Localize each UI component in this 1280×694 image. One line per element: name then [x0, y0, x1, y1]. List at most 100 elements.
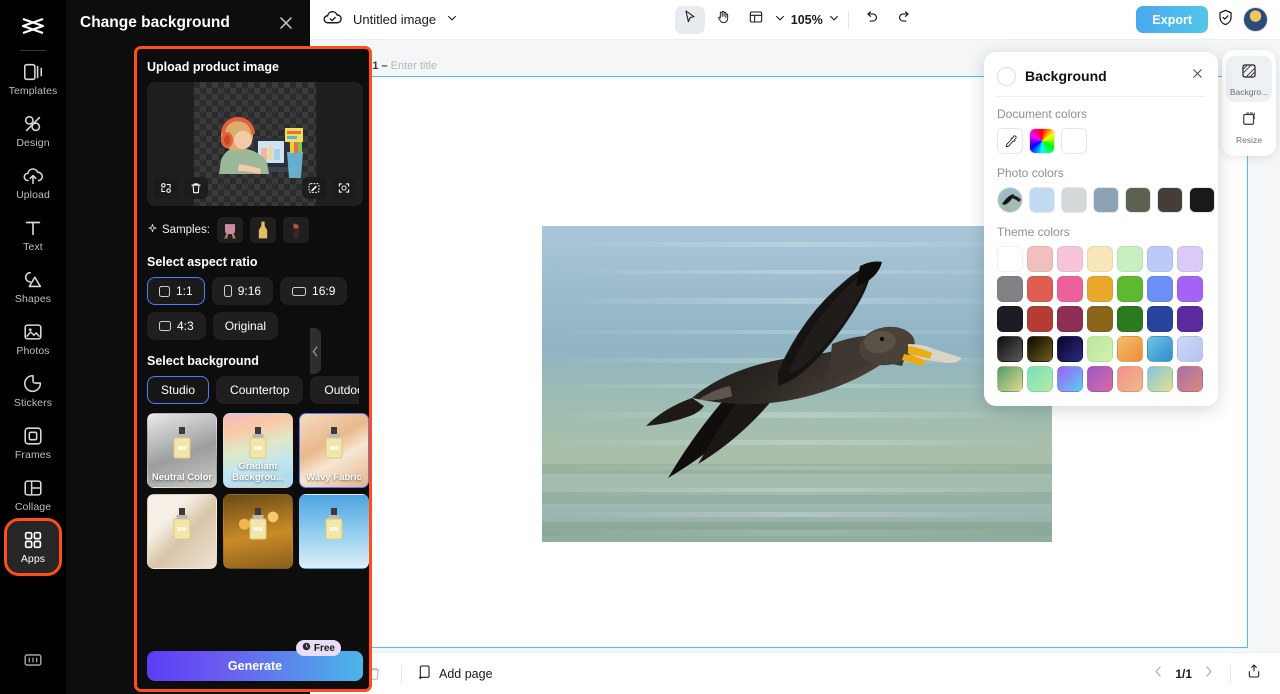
sample-thumb-lipstick[interactable]	[282, 217, 309, 243]
document-color-white[interactable]	[1061, 128, 1087, 154]
theme-color-r1c4[interactable]	[1087, 246, 1113, 272]
background-card-6[interactable]	[299, 494, 369, 569]
background-card-4[interactable]	[147, 494, 217, 569]
hand-tool-button[interactable]	[708, 6, 738, 34]
zoom-level[interactable]: 105%	[789, 13, 825, 27]
sidebar-item-photos[interactable]: Photos	[7, 313, 59, 365]
next-page-button[interactable]	[1202, 665, 1215, 683]
magic-edit-icon[interactable]	[302, 177, 326, 199]
theme-color-r5c4[interactable]	[1087, 366, 1113, 392]
page-title-input[interactable]: Enter title	[391, 60, 437, 72]
sidebar-item-upload[interactable]: Upload	[7, 157, 59, 209]
sidebar-item-shapes[interactable]: Shapes	[7, 261, 59, 313]
theme-color-r5c6[interactable]	[1147, 366, 1173, 392]
theme-color-r3c3[interactable]	[1057, 306, 1083, 332]
photo-color-5[interactable]	[1157, 187, 1183, 213]
theme-color-r4c2[interactable]	[1027, 336, 1053, 362]
photo-color-1[interactable]	[1029, 187, 1055, 213]
theme-color-r5c7[interactable]	[1177, 366, 1203, 392]
close-icon[interactable]	[1190, 66, 1205, 86]
theme-color-r1c1[interactable]	[997, 246, 1023, 272]
theme-color-r1c2[interactable]	[1027, 246, 1053, 272]
redo-button[interactable]	[890, 6, 920, 34]
sidebar-item-text[interactable]: Text	[7, 209, 59, 261]
theme-color-r4c6[interactable]	[1147, 336, 1173, 362]
theme-color-r3c6[interactable]	[1147, 306, 1173, 332]
cloud-saved-icon[interactable]	[322, 7, 343, 33]
theme-color-r3c1[interactable]	[997, 306, 1023, 332]
theme-color-r3c4[interactable]	[1087, 306, 1113, 332]
theme-color-r1c7[interactable]	[1177, 246, 1203, 272]
theme-color-r1c3[interactable]	[1057, 246, 1083, 272]
close-icon[interactable]	[276, 13, 296, 33]
theme-color-r2c5[interactable]	[1117, 276, 1143, 302]
prev-page-button[interactable]	[1152, 665, 1165, 683]
select-tool-button[interactable]	[674, 5, 705, 34]
aspect-option-9-16[interactable]: 9:16	[211, 277, 274, 305]
chevron-down-icon[interactable]	[446, 11, 458, 29]
theme-color-r2c1[interactable]	[997, 276, 1023, 302]
theme-color-r3c2[interactable]	[1027, 306, 1053, 332]
sidebar-item-design[interactable]: Design	[7, 105, 59, 157]
tab-countertop[interactable]: Countertop	[216, 376, 304, 404]
export-button[interactable]: Export	[1136, 6, 1208, 33]
sidebar-item-apps[interactable]: Apps	[4, 518, 62, 576]
theme-color-r5c3[interactable]	[1057, 366, 1083, 392]
theme-color-r1c6[interactable]	[1147, 246, 1173, 272]
right-item-background[interactable]: Backgro...	[1226, 56, 1272, 102]
undo-button[interactable]	[857, 6, 887, 34]
sample-thumb-bottle[interactable]	[249, 217, 276, 243]
right-item-resize[interactable]: Resize	[1226, 104, 1272, 150]
panel-collapse-handle[interactable]	[310, 328, 321, 374]
document-title[interactable]: Untitled image	[353, 12, 436, 27]
theme-color-r4c3[interactable]	[1057, 336, 1083, 362]
theme-color-r2c2[interactable]	[1027, 276, 1053, 302]
aspect-option-16-9[interactable]: 16:9	[280, 277, 348, 305]
photo-color-3[interactable]	[1093, 187, 1119, 213]
theme-color-r5c2[interactable]	[1027, 366, 1053, 392]
rainbow-picker-swatch[interactable]	[1029, 128, 1055, 154]
aspect-option-4-3[interactable]: 4:3	[147, 312, 206, 340]
add-page-button[interactable]: Add page	[417, 664, 493, 683]
theme-color-r4c5[interactable]	[1117, 336, 1143, 362]
export-icon[interactable]	[1246, 663, 1262, 684]
sample-thumb-chair[interactable]	[216, 217, 243, 243]
chevron-down-icon[interactable]	[774, 11, 786, 29]
replace-image-icon[interactable]	[154, 177, 178, 199]
product-image-preview[interactable]	[147, 82, 363, 206]
photo-source-swatch[interactable]	[997, 187, 1023, 213]
canvas-image-cormorant[interactable]	[542, 226, 1052, 542]
eyedropper-icon[interactable]	[997, 128, 1023, 154]
sidebar-item-brandkit[interactable]	[7, 634, 59, 686]
photo-color-2[interactable]	[1061, 187, 1087, 213]
sidebar-item-collage[interactable]: Collage	[7, 469, 59, 521]
layout-tool-button[interactable]	[741, 6, 771, 34]
shield-icon[interactable]	[1216, 8, 1235, 32]
tab-outdoor[interactable]: Outdoor	[310, 376, 359, 404]
background-card-wavy-fabric[interactable]: Wavy Fabric	[299, 413, 369, 488]
background-card-5[interactable]	[223, 494, 293, 569]
photo-color-6[interactable]	[1189, 187, 1215, 213]
theme-color-r3c5[interactable]	[1117, 306, 1143, 332]
theme-color-r4c7[interactable]	[1177, 336, 1203, 362]
delete-image-icon[interactable]	[184, 177, 208, 199]
sidebar-item-frames[interactable]: Frames	[7, 417, 59, 469]
theme-color-r4c1[interactable]	[997, 336, 1023, 362]
photo-color-4[interactable]	[1125, 187, 1151, 213]
tab-studio[interactable]: Studio	[147, 376, 210, 404]
avatar[interactable]	[1243, 7, 1268, 32]
theme-color-r1c5[interactable]	[1117, 246, 1143, 272]
theme-color-r2c6[interactable]	[1147, 276, 1173, 302]
theme-color-r5c1[interactable]	[997, 366, 1023, 392]
sidebar-item-templates[interactable]: Templates	[7, 53, 59, 105]
theme-color-r2c4[interactable]	[1087, 276, 1113, 302]
theme-color-r3c7[interactable]	[1177, 306, 1203, 332]
theme-color-r2c3[interactable]	[1057, 276, 1083, 302]
background-card-neutral-color[interactable]: Neutral Color	[147, 413, 217, 488]
current-background-swatch[interactable]	[997, 66, 1016, 86]
theme-color-r2c7[interactable]	[1177, 276, 1203, 302]
background-card-gradiant-background[interactable]: Gradiant Backgrou...	[223, 413, 293, 488]
aspect-option-original[interactable]: Original	[212, 312, 279, 340]
theme-color-r4c4[interactable]	[1087, 336, 1113, 362]
capcut-logo-icon[interactable]	[0, 6, 66, 46]
